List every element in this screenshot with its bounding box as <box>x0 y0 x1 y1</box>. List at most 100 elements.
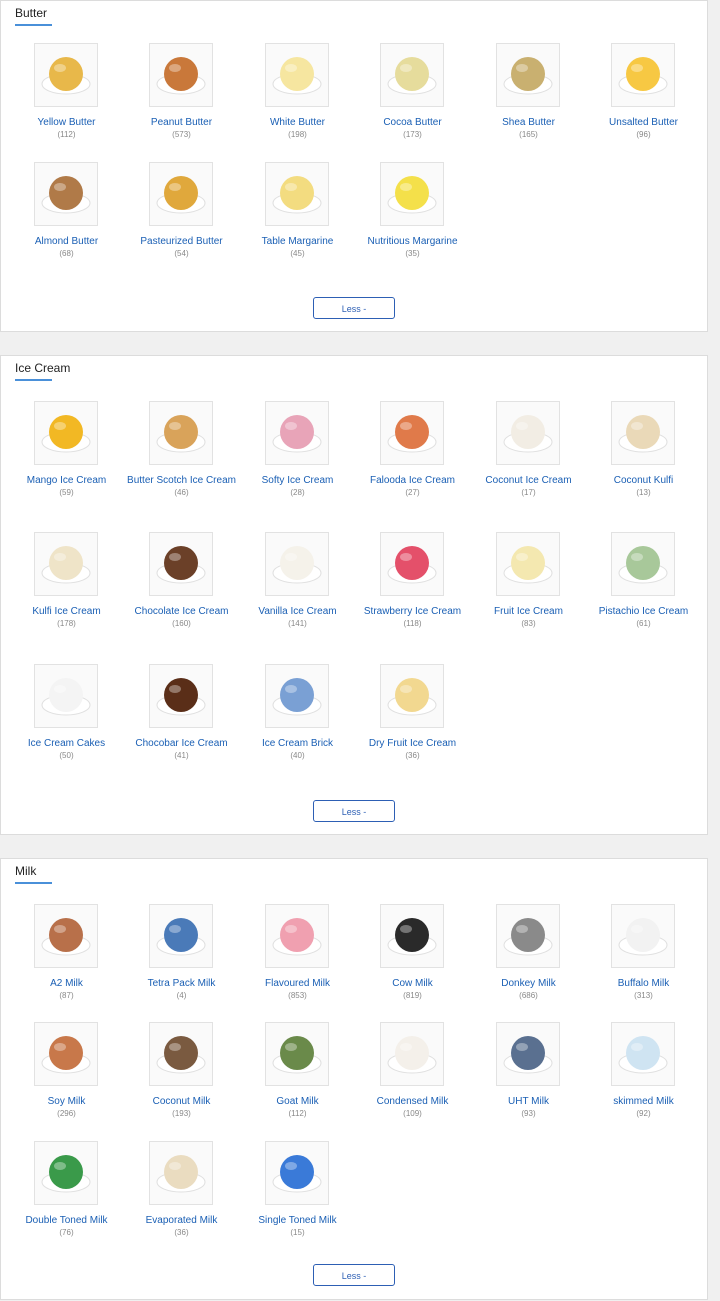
category-item-name[interactable]: Coconut Ice Cream (17) <box>471 474 586 499</box>
butter-block-icon[interactable] <box>611 43 675 107</box>
category-item-label[interactable]: Coconut Milk <box>153 1096 211 1107</box>
category-item-name[interactable]: Tetra Pack Milk (4) <box>124 977 239 1002</box>
category-item-name[interactable]: Butter Scotch Ice Cream (46) <box>124 474 239 499</box>
category-item-name[interactable]: Strawberry Ice Cream (118) <box>355 605 470 630</box>
donkey-icon[interactable] <box>496 904 560 968</box>
category-item-label[interactable]: skimmed Milk <box>613 1096 674 1107</box>
less-button[interactable]: Less - <box>313 297 395 319</box>
milk-carton-icon[interactable] <box>34 1022 98 1086</box>
category-item-name[interactable]: Kulfi Ice Cream (178) <box>9 605 124 630</box>
category-item-label[interactable]: Table Margarine <box>262 236 334 247</box>
category-item-name[interactable]: Unsalted Butter (96) <box>586 116 701 141</box>
category-item-label[interactable]: Almond Butter <box>35 236 98 247</box>
category-item-label[interactable]: Cocoa Butter <box>383 117 441 128</box>
category-item-name[interactable]: Cocoa Butter (173) <box>355 116 470 141</box>
category-item-name[interactable]: Double Toned Milk (76) <box>9 1214 124 1239</box>
category-item-name[interactable]: Falooda Ice Cream (27) <box>355 474 470 499</box>
category-item-label[interactable]: Pistachio Ice Cream <box>599 606 688 617</box>
category-item-label[interactable]: Softy Ice Cream <box>262 475 334 486</box>
category-item-name[interactable]: skimmed Milk (92) <box>586 1095 701 1120</box>
falooda-glass-icon[interactable] <box>380 401 444 465</box>
ice-bar-icon[interactable] <box>149 664 213 728</box>
category-item-name[interactable]: Chocolate Ice Cream (160) <box>124 605 239 630</box>
category-item-label[interactable]: Single Toned Milk <box>258 1215 336 1226</box>
category-item-label[interactable]: Coconut Kulfi <box>614 475 673 486</box>
category-item-name[interactable]: Condensed Milk (109) <box>355 1095 470 1120</box>
category-item-name[interactable]: Cow Milk (819) <box>355 977 470 1002</box>
coconut-icon[interactable] <box>149 1022 213 1086</box>
milk-glass-icon[interactable] <box>611 1022 675 1086</box>
category-item-name[interactable]: Coconut Kulfi (13) <box>586 474 701 499</box>
margarine-icon[interactable] <box>265 162 329 226</box>
category-item-name[interactable]: Goat Milk (112) <box>240 1095 355 1120</box>
butter-block-icon[interactable] <box>34 43 98 107</box>
peanut-butter-icon[interactable] <box>149 43 213 107</box>
category-item-label[interactable]: Soy Milk <box>48 1096 86 1107</box>
ice-cream-box-icon[interactable] <box>265 664 329 728</box>
kulfi-icon[interactable] <box>34 532 98 596</box>
category-item-label[interactable]: Ice Cream Cakes <box>28 738 105 749</box>
ice-cream-scoop-icon[interactable] <box>265 532 329 596</box>
category-item-label[interactable]: Kulfi Ice Cream <box>32 606 100 617</box>
category-item-name[interactable]: Pasteurized Butter (54) <box>124 235 239 260</box>
category-item-name[interactable]: Peanut Butter (573) <box>124 116 239 141</box>
almond-butter-icon[interactable] <box>34 162 98 226</box>
milk-glass-icon[interactable] <box>496 1022 560 1086</box>
category-item-label[interactable]: Tetra Pack Milk <box>148 978 216 989</box>
category-item-label[interactable]: Mango Ice Cream <box>27 475 106 486</box>
category-item-label[interactable]: Nutritious Margarine <box>367 236 457 247</box>
category-item-label[interactable]: Flavoured Milk <box>265 978 330 989</box>
milk-pouch-icon[interactable] <box>265 1141 329 1205</box>
category-item-name[interactable]: Flavoured Milk (853) <box>240 977 355 1002</box>
ice-cream-scoop-icon[interactable] <box>496 401 560 465</box>
category-item-name[interactable]: Mango Ice Cream (59) <box>9 474 124 499</box>
less-button[interactable]: Less - <box>313 1264 395 1286</box>
category-item-name[interactable]: Table Margarine (45) <box>240 235 355 260</box>
category-item-label[interactable]: Peanut Butter <box>151 117 212 128</box>
milk-splash-icon[interactable] <box>611 904 675 968</box>
milk-carton-icon[interactable] <box>149 904 213 968</box>
category-item-label[interactable]: A2 Milk <box>50 978 83 989</box>
milk-bowl-icon[interactable] <box>149 1141 213 1205</box>
category-item-name[interactable]: Softy Ice Cream (28) <box>240 474 355 499</box>
category-item-label[interactable]: Shea Butter <box>502 117 555 128</box>
category-item-label[interactable]: Chocolate Ice Cream <box>135 606 229 617</box>
ice-cream-scoop-icon[interactable] <box>34 401 98 465</box>
goat-icon[interactable] <box>265 1022 329 1086</box>
category-item-name[interactable]: Vanilla Ice Cream (141) <box>240 605 355 630</box>
category-item-name[interactable]: Evaporated Milk (36) <box>124 1214 239 1239</box>
cow-icon[interactable] <box>380 904 444 968</box>
category-item-name[interactable]: Buffalo Milk (313) <box>586 977 701 1002</box>
category-item-label[interactable]: Dry Fruit Ice Cream <box>369 738 456 749</box>
kulfi-icon[interactable] <box>611 401 675 465</box>
ice-cream-scoop-icon[interactable] <box>149 401 213 465</box>
category-item-name[interactable]: Single Toned Milk (15) <box>240 1214 355 1239</box>
category-item-label[interactable]: Buffalo Milk <box>618 978 670 989</box>
category-item-label[interactable]: White Butter <box>270 117 325 128</box>
category-item-name[interactable]: Ice Cream Cakes (50) <box>9 737 124 762</box>
ice-cream-scoop-icon[interactable] <box>149 532 213 596</box>
category-item-label[interactable]: Unsalted Butter <box>609 117 678 128</box>
category-item-name[interactable]: A2 Milk (87) <box>9 977 124 1002</box>
category-item-name[interactable]: Yellow Butter (112) <box>9 116 124 141</box>
category-item-name[interactable]: Coconut Milk (193) <box>124 1095 239 1120</box>
cake-icon[interactable] <box>34 664 98 728</box>
category-item-label[interactable]: Coconut Ice Cream <box>485 475 571 486</box>
milk-pouch-icon[interactable] <box>34 1141 98 1205</box>
category-item-label[interactable]: Vanilla Ice Cream <box>258 606 336 617</box>
category-item-label[interactable]: Yellow Butter <box>38 117 96 128</box>
category-item-label[interactable]: Strawberry Ice Cream <box>364 606 461 617</box>
category-item-name[interactable]: Pistachio Ice Cream (61) <box>586 605 701 630</box>
sundae-icon[interactable] <box>380 664 444 728</box>
ice-cream-scoop-icon[interactable] <box>380 532 444 596</box>
category-item-name[interactable]: Donkey Milk (686) <box>471 977 586 1002</box>
cow-icon[interactable] <box>34 904 98 968</box>
less-button[interactable]: Less - <box>313 800 395 822</box>
ice-cream-scoop-icon[interactable] <box>611 532 675 596</box>
category-item-name[interactable]: Fruit Ice Cream (83) <box>471 605 586 630</box>
category-item-name[interactable]: Chocobar Ice Cream (41) <box>124 737 239 762</box>
category-item-label[interactable]: Evaporated Milk <box>146 1215 218 1226</box>
category-item-name[interactable]: Shea Butter (165) <box>471 116 586 141</box>
coconut-icon[interactable] <box>380 1022 444 1086</box>
butter-curl-icon[interactable] <box>149 162 213 226</box>
